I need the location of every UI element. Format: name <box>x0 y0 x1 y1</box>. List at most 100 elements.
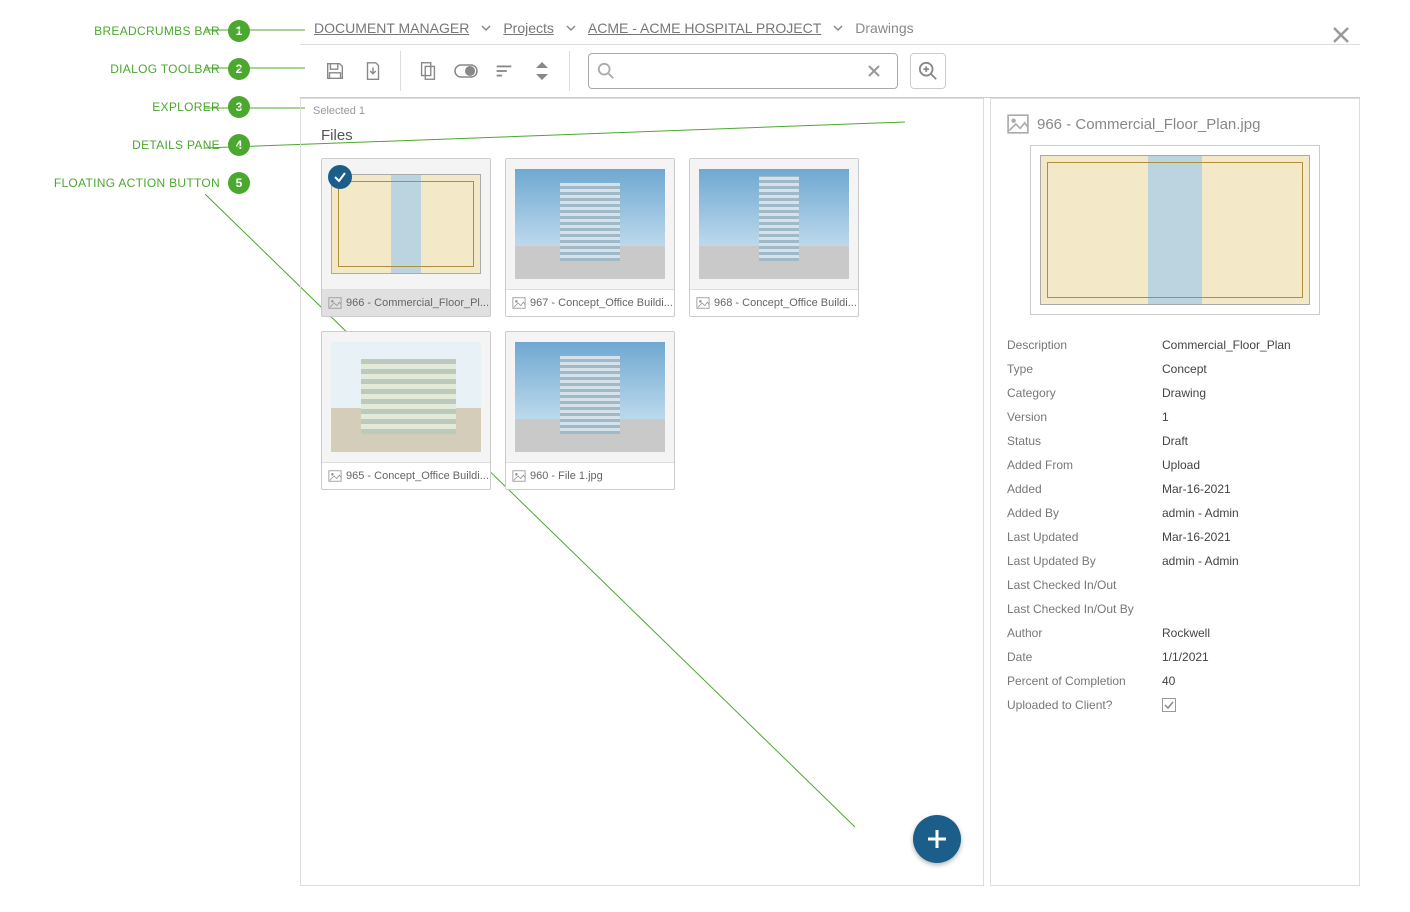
property-row: Last Checked In/Out By <box>1007 597 1343 621</box>
details-title: 966 - Commercial_Floor_Plan.jpg <box>1037 116 1260 133</box>
explorer-pane: Selected 1 Files 966 - Commercial_Floor_… <box>300 98 984 886</box>
file-name: 966 - Commercial_Floor_Pl... <box>346 297 489 309</box>
property-row: DescriptionCommercial_Floor_Plan <box>1007 333 1343 357</box>
copy-icon <box>417 60 439 82</box>
chevron-down-icon[interactable] <box>829 23 847 33</box>
file-thumbnail <box>506 159 674 289</box>
property-row: Last Updated Byadmin - Admin <box>1007 549 1343 573</box>
search-icon <box>597 62 619 80</box>
reorder-icon <box>533 60 551 82</box>
annotation-badge: 3 <box>228 96 250 118</box>
export-button[interactable] <box>356 54 390 88</box>
file-card[interactable]: 968 - Concept_Office Buildi... <box>689 158 859 317</box>
annotation-label: BREADCRUMBS BAR <box>94 24 220 38</box>
property-label: Last Checked In/Out <box>1007 578 1162 592</box>
selected-check-icon <box>328 165 352 189</box>
property-row: AddedMar-16-2021 <box>1007 477 1343 501</box>
file-card[interactable]: 965 - Concept_Office Buildi... <box>321 331 491 490</box>
property-list: DescriptionCommercial_Floor_PlanTypeConc… <box>1007 333 1343 718</box>
property-value <box>1162 602 1343 616</box>
details-pane: 966 - Commercial_Floor_Plan.jpg Descript… <box>990 98 1360 886</box>
toolbar-group-search <box>570 51 956 91</box>
file-card[interactable]: 967 - Concept_Office Buildi... <box>505 158 675 317</box>
search-box[interactable] <box>588 53 898 89</box>
chevron-down-icon[interactable] <box>477 23 495 33</box>
property-label: Status <box>1007 434 1162 448</box>
annotation-row: FLOATING ACTION BUTTON 5 <box>0 172 260 194</box>
breadcrumb-item-current: Drawings <box>851 18 917 38</box>
property-value: Upload <box>1162 458 1343 472</box>
file-caption: 966 - Commercial_Floor_Pl... <box>322 289 490 316</box>
property-row: Uploaded to Client? <box>1007 693 1343 718</box>
property-value <box>1162 698 1343 713</box>
property-value: Mar-16-2021 <box>1162 482 1343 496</box>
search-input[interactable] <box>619 63 867 79</box>
property-row: CategoryDrawing <box>1007 381 1343 405</box>
file-card[interactable]: 960 - File 1.jpg <box>505 331 675 490</box>
property-value: admin - Admin <box>1162 506 1343 520</box>
save-icon <box>324 60 346 82</box>
toggle-button[interactable] <box>449 54 483 88</box>
property-row: Last Checked In/Out <box>1007 573 1343 597</box>
save-button[interactable] <box>318 54 352 88</box>
breadcrumb-item[interactable]: Projects <box>499 18 558 38</box>
property-row: Percent of Completion40 <box>1007 669 1343 693</box>
chevron-down-icon[interactable] <box>562 23 580 33</box>
sort-icon <box>493 60 515 82</box>
image-icon <box>328 469 342 483</box>
property-label: Added <box>1007 482 1162 496</box>
clear-search-button[interactable] <box>867 64 889 78</box>
image-icon <box>512 296 526 310</box>
property-label: Added By <box>1007 506 1162 520</box>
reorder-button[interactable] <box>525 54 559 88</box>
close-icon <box>1332 26 1350 44</box>
property-label: Type <box>1007 362 1162 376</box>
floating-action-button[interactable] <box>913 815 961 863</box>
annotation-badge: 5 <box>228 172 250 194</box>
image-icon <box>512 469 526 483</box>
file-thumbnail <box>690 159 858 289</box>
close-icon <box>867 64 881 78</box>
plus-icon <box>924 826 950 852</box>
property-value: Draft <box>1162 434 1343 448</box>
property-value <box>1162 578 1343 592</box>
annotation-badge: 1 <box>228 20 250 42</box>
section-title: Files <box>309 121 975 150</box>
zoom-button[interactable] <box>910 53 946 89</box>
annotation-list: BREADCRUMBS BAR 1 DIALOG TOOLBAR 2 EXPLO… <box>0 20 260 210</box>
toolbar-group-file <box>308 51 401 91</box>
property-label: Date <box>1007 650 1162 664</box>
property-row: Last UpdatedMar-16-2021 <box>1007 525 1343 549</box>
property-row: Date1/1/2021 <box>1007 645 1343 669</box>
file-name: 968 - Concept_Office Buildi... <box>714 297 857 309</box>
export-icon <box>362 60 384 82</box>
zoom-in-icon <box>918 61 938 81</box>
file-name: 960 - File 1.jpg <box>530 470 603 482</box>
property-value: Commercial_Floor_Plan <box>1162 338 1343 352</box>
file-card[interactable]: 966 - Commercial_Floor_Pl... <box>321 158 491 317</box>
close-button[interactable] <box>1322 22 1360 48</box>
dialog-body: Selected 1 Files 966 - Commercial_Floor_… <box>300 98 1360 886</box>
selection-count: Selected 1 <box>309 103 975 121</box>
property-label: Version <box>1007 410 1162 424</box>
property-label: Category <box>1007 386 1162 400</box>
breadcrumb-item[interactable]: ACME - ACME HOSPITAL PROJECT <box>584 18 825 38</box>
property-label: Author <box>1007 626 1162 640</box>
breadcrumbs-bar: DOCUMENT MANAGER Projects ACME - ACME HO… <box>300 12 1360 45</box>
image-icon <box>328 296 342 310</box>
image-icon <box>1007 113 1029 135</box>
file-grid: 966 - Commercial_Floor_Pl... 967 - Conce… <box>309 150 975 498</box>
details-preview[interactable] <box>1030 145 1320 315</box>
breadcrumb-item[interactable]: DOCUMENT MANAGER <box>310 18 473 38</box>
file-caption: 960 - File 1.jpg <box>506 462 674 489</box>
property-label: Last Updated <box>1007 530 1162 544</box>
image-icon <box>696 296 710 310</box>
checkbox-checked[interactable] <box>1162 698 1176 712</box>
preview-image <box>1040 155 1310 305</box>
copy-button[interactable] <box>411 54 445 88</box>
dialog-toolbar <box>300 45 1360 98</box>
sort-button[interactable] <box>487 54 521 88</box>
details-header: 966 - Commercial_Floor_Plan.jpg <box>1007 113 1343 135</box>
file-caption: 967 - Concept_Office Buildi... <box>506 289 674 316</box>
annotation-row: DETAILS PANE 4 <box>0 134 260 156</box>
